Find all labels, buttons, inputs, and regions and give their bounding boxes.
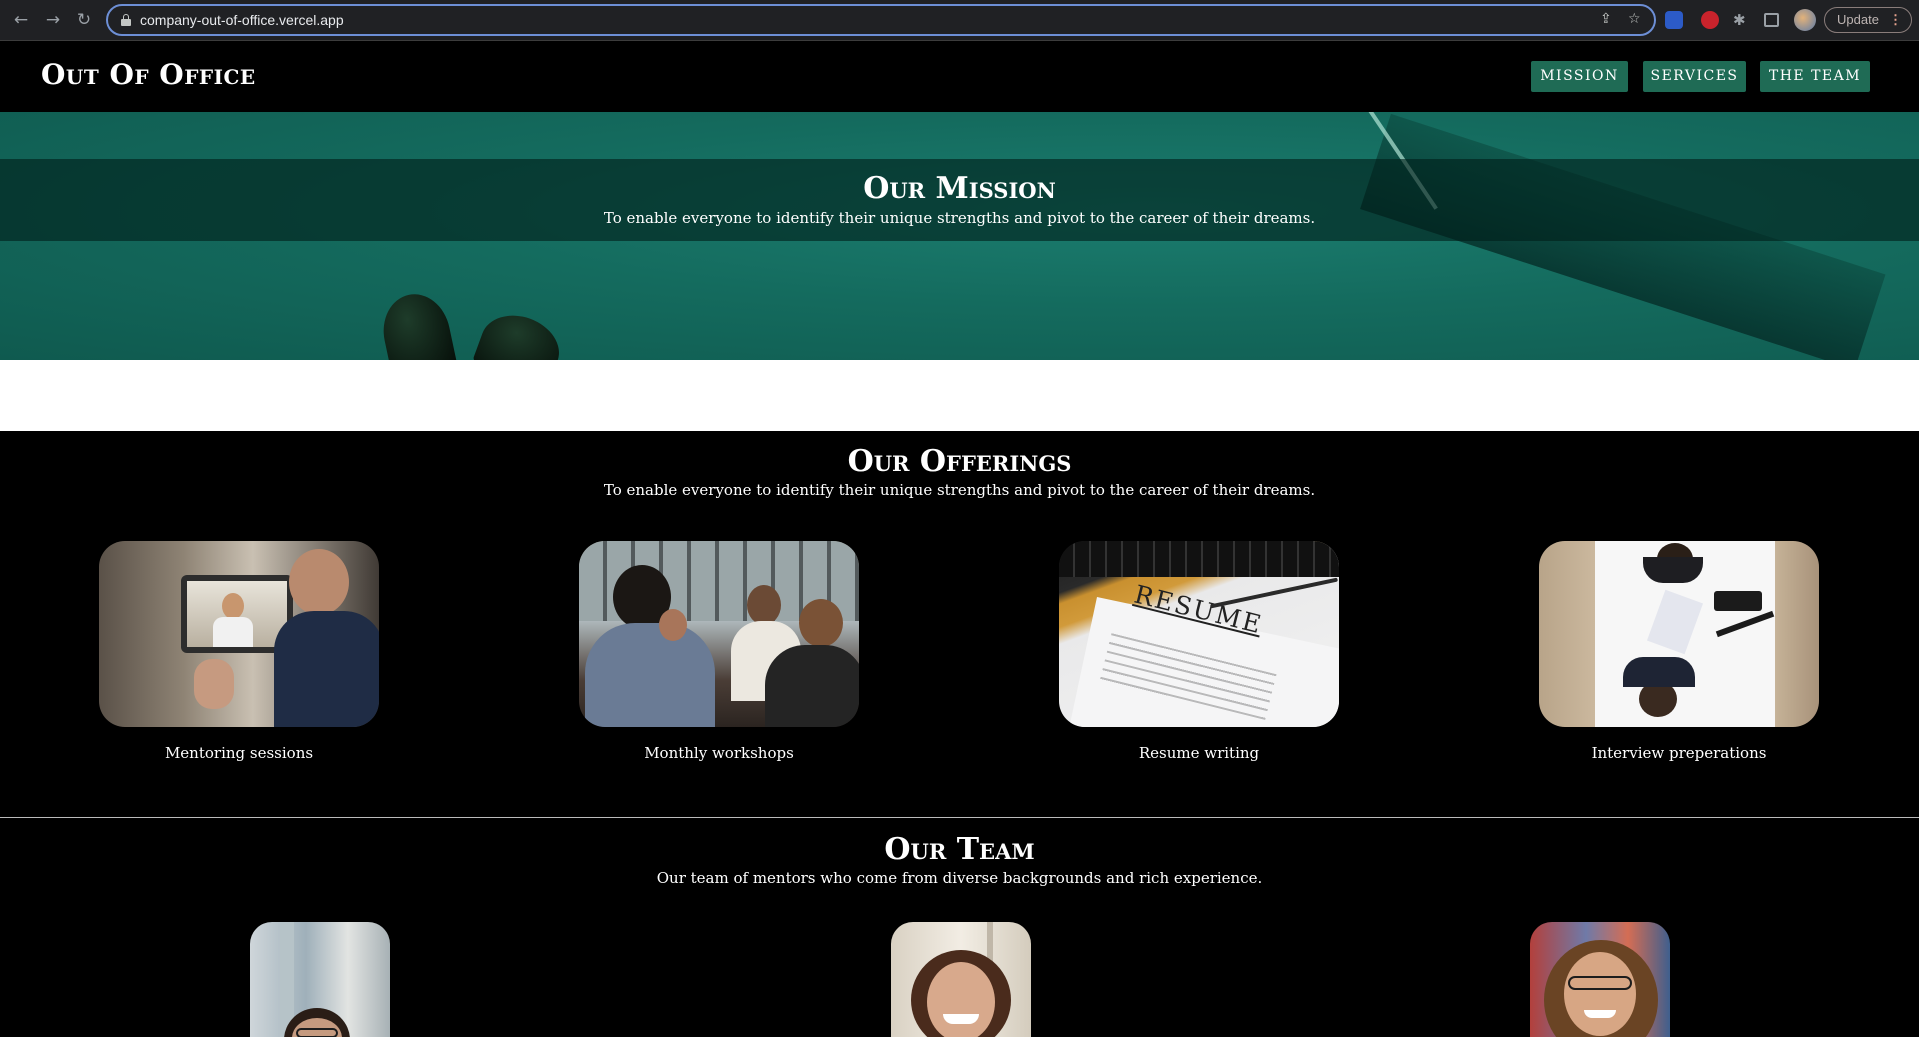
team-member-photo [1530,922,1670,1037]
plant-leaf-image [376,288,458,360]
team-member-photo [891,922,1031,1037]
back-arrow-icon[interactable]: ← [10,8,32,32]
bookmark-star-icon[interactable]: ☆ [1628,11,1641,27]
profile-avatar[interactable] [1794,9,1816,31]
nav-services[interactable]: SERVICES [1643,61,1746,92]
extension-shield-icon[interactable] [1665,11,1683,29]
plant-leaf-image [472,305,568,360]
share-icon[interactable]: ⇪ [1600,11,1612,27]
update-label: Update [1837,12,1879,27]
nav-the-team[interactable]: THE TEAM [1760,61,1870,92]
site-header: Out Of Office MISSION SERVICES THE TEAM [0,42,1919,112]
team-title: Our Team [884,832,1035,867]
team-member-photo [250,922,390,1037]
offering-label: Resume writing [1138,744,1260,762]
kebab-menu-icon[interactable]: ⋮ [1889,8,1902,32]
side-panel-icon[interactable] [1764,13,1779,27]
mentoring-sessions-image [99,541,379,727]
extension-red-icon[interactable] [1701,11,1719,29]
offering-label: Monthly workshops [644,744,794,762]
forward-arrow-icon[interactable]: → [42,8,64,32]
nav-mission[interactable]: MISSION [1531,61,1628,92]
team-subtitle: Our team of mentors who come from divers… [656,869,1263,887]
browser-toolbar: ← → ↻ company-out-of-office.vercel.app ⇪… [0,0,1919,41]
mission-hero: Our Mission To enable everyone to identi… [0,112,1919,360]
reload-icon[interactable]: ↻ [73,8,95,32]
section-divider [0,817,1919,818]
offerings-subtitle: To enable everyone to identify their uni… [603,481,1316,499]
address-bar[interactable]: company-out-of-office.vercel.app ⇪ ☆ [106,4,1656,36]
offering-label: Interview preperations [1591,744,1767,762]
monthly-workshops-image [579,541,859,727]
update-button[interactable]: Update ⋮ [1824,7,1912,33]
spacer [0,360,1919,431]
mission-title: Our Mission [863,171,1056,206]
resume-writing-image: RESUME [1059,541,1339,727]
site-logo[interactable]: Out Of Office [41,58,256,91]
extensions-puzzle-icon[interactable]: ✱ [1733,11,1751,29]
interview-preperations-image [1539,541,1819,727]
offerings-title: Our Offerings [847,444,1072,479]
lock-icon[interactable] [121,14,131,26]
mission-subtitle: To enable everyone to identify their uni… [603,209,1316,227]
offering-label: Mentoring sessions [164,744,314,762]
url-text[interactable]: company-out-of-office.vercel.app [140,11,344,29]
